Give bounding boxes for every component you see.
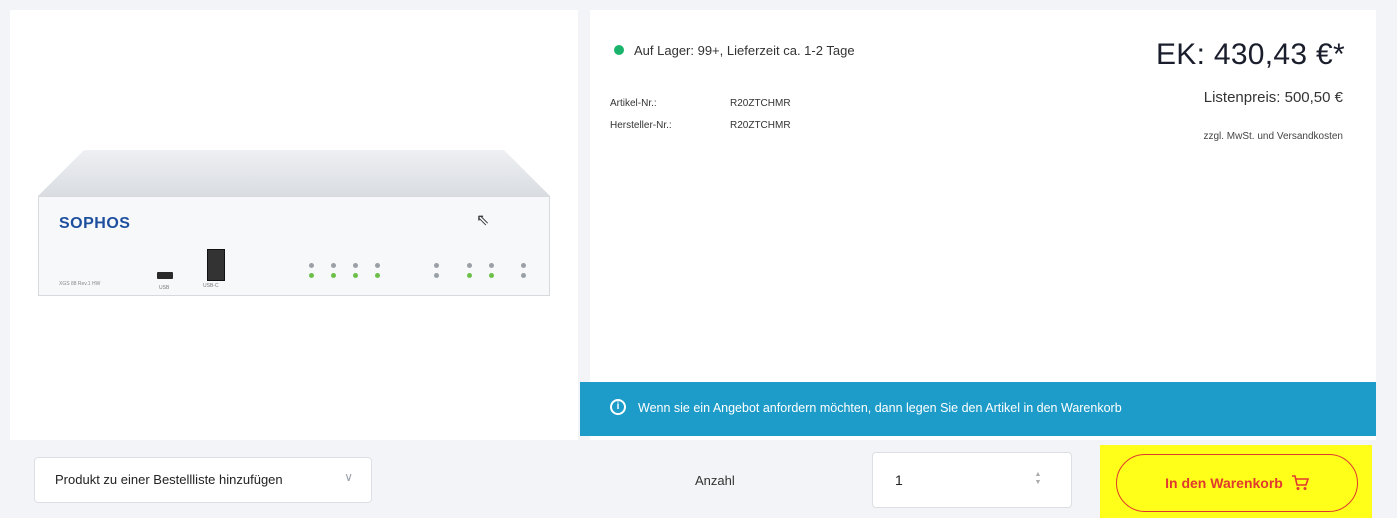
cart-highlight: In den Warenkorb [1100,445,1372,518]
quantity-label: Anzahl [695,473,735,488]
quantity-input[interactable]: 1 ▲ ▼ [872,452,1072,508]
quantity-value: 1 [895,472,903,488]
manufacturer-number-value: R20ZTCHMR [730,120,791,131]
led-icon [489,263,494,268]
info-banner-text: Wenn sie ein Angebot anfordern möchten, … [638,401,1122,415]
usb-port-label: USB [159,285,170,291]
add-to-list-label: Produkt zu einer Bestellliste hinzufügen [55,472,283,487]
mouse-cursor-icon: ⇖ [476,212,490,229]
led-icon [521,273,526,278]
usb-port-icon [157,272,173,279]
quantity-stepper-icon[interactable]: ▲ ▼ [1033,471,1043,489]
panel-divider [578,10,590,440]
product-image[interactable]: SOPHOS XGS 88 Rev.1 HW USB USB-C [38,150,550,310]
product-card: SOPHOS XGS 88 Rev.1 HW USB USB-C ⇖ [10,10,1376,440]
stock-status: Auf Lager: 99+, Lieferzeit ca. 1-2 Tage [634,43,855,58]
add-to-cart-label: In den Warenkorb [1165,475,1283,491]
led-icon [375,263,380,268]
chevron-down-icon: ∨ [344,470,353,484]
console-port-label: USB-C [203,283,219,289]
manufacturer-number-label: Hersteller-Nr.: [610,120,672,131]
article-number-label: Artikel-Nr.: [610,98,657,109]
led-icon [353,263,358,268]
led-icon [467,273,472,278]
led-icon [467,263,472,268]
buy-bar: Produkt zu einer Bestellliste hinzufügen… [10,440,1376,518]
add-to-list-select[interactable]: Produkt zu einer Bestellliste hinzufügen… [34,457,372,503]
cart-icon [1291,475,1309,490]
led-icon [489,273,494,278]
led-icon [434,263,439,268]
device-model-label: XGS 88 Rev.1 HW [59,281,101,287]
status-dot-icon [614,45,624,55]
led-icon [309,263,314,268]
led-icon [331,273,336,278]
list-price: Listenpreis: 500,50 € [1203,89,1343,106]
device-top [38,150,550,196]
info-banner: i Wenn sie ein Angebot anfordern möchten… [580,382,1376,436]
device-front: SOPHOS XGS 88 Rev.1 HW USB USB-C [38,196,550,296]
purchase-price: EK: 430,43 €* [1155,38,1345,71]
led-icon [353,273,358,278]
led-icon [309,273,314,278]
add-to-cart-button[interactable]: In den Warenkorb [1116,454,1358,512]
led-icon [375,273,380,278]
info-circle-icon: i [610,399,626,415]
console-port-icon [207,249,225,281]
led-icon [434,273,439,278]
led-icon [521,263,526,268]
article-number-value: R20ZTCHMR [730,98,791,109]
tax-note-link[interactable]: zzgl. MwSt. und Versandkosten [1203,131,1343,142]
led-icon [331,263,336,268]
device-brand-logo: SOPHOS [59,215,131,232]
